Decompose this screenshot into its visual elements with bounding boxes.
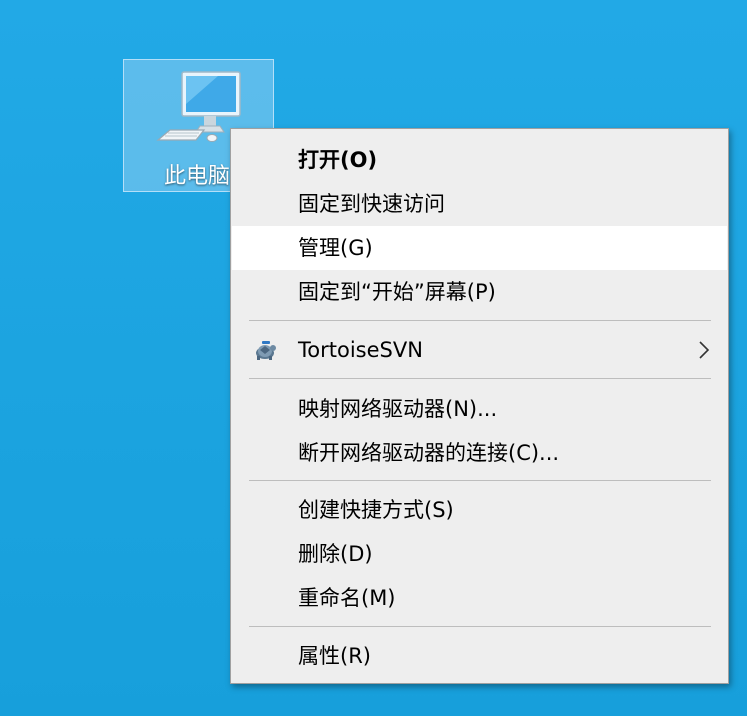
menu-item-label: 属性(R) <box>298 644 371 668</box>
menu-item-label: 打开(O) <box>298 148 378 172</box>
menu-item-delete[interactable]: 删除(D) <box>232 532 727 576</box>
chevron-right-icon <box>699 341 710 359</box>
menu-item-label: TortoiseSVN <box>298 338 423 362</box>
tortoisesvn-icon <box>256 341 276 360</box>
menu-item-label: 删除(D) <box>298 542 373 566</box>
desktop-icon-label: 此电脑 <box>164 164 231 189</box>
menu-item-pin-start[interactable]: 固定到“开始”屏幕(P) <box>232 270 727 314</box>
menu-item-rename[interactable]: 重命名(M) <box>232 576 727 620</box>
menu-item-label: 映射网络驱动器(N)... <box>298 397 498 421</box>
menu-separator <box>249 320 711 321</box>
menu-item-label: 管理(G) <box>298 236 373 260</box>
menu-item-label: 固定到快速访问 <box>298 192 445 216</box>
menu-separator <box>249 378 711 379</box>
menu-item-pin-quick-access[interactable]: 固定到快速访问 <box>232 182 727 226</box>
menu-item-label: 重命名(M) <box>298 586 396 610</box>
menu-item-manage[interactable]: 管理(G) <box>232 226 727 270</box>
menu-item-map-network-drive[interactable]: 映射网络驱动器(N)... <box>232 387 727 431</box>
menu-item-create-shortcut[interactable]: 创建快捷方式(S) <box>232 488 727 532</box>
menu-separator <box>249 626 711 627</box>
menu-item-label: 创建快捷方式(S) <box>298 498 454 522</box>
menu-item-label: 固定到“开始”屏幕(P) <box>298 280 496 304</box>
menu-item-open[interactable]: 打开(O) <box>232 138 727 182</box>
context-menu: 打开(O) 固定到快速访问 管理(G) 固定到“开始”屏幕(P) Tortois… <box>230 128 729 684</box>
menu-separator <box>249 480 711 481</box>
menu-item-disconnect-network-drive[interactable]: 断开网络驱动器的连接(C)... <box>232 431 727 475</box>
menu-item-properties[interactable]: 属性(R) <box>232 634 727 678</box>
menu-item-label: 断开网络驱动器的连接(C)... <box>298 441 560 465</box>
desktop[interactable]: 此电脑 打开(O) 固定到快速访问 管理(G) 固定到“开始”屏幕(P) Tor… <box>0 0 747 716</box>
menu-item-tortoisesvn[interactable]: TortoiseSVN <box>232 328 727 372</box>
